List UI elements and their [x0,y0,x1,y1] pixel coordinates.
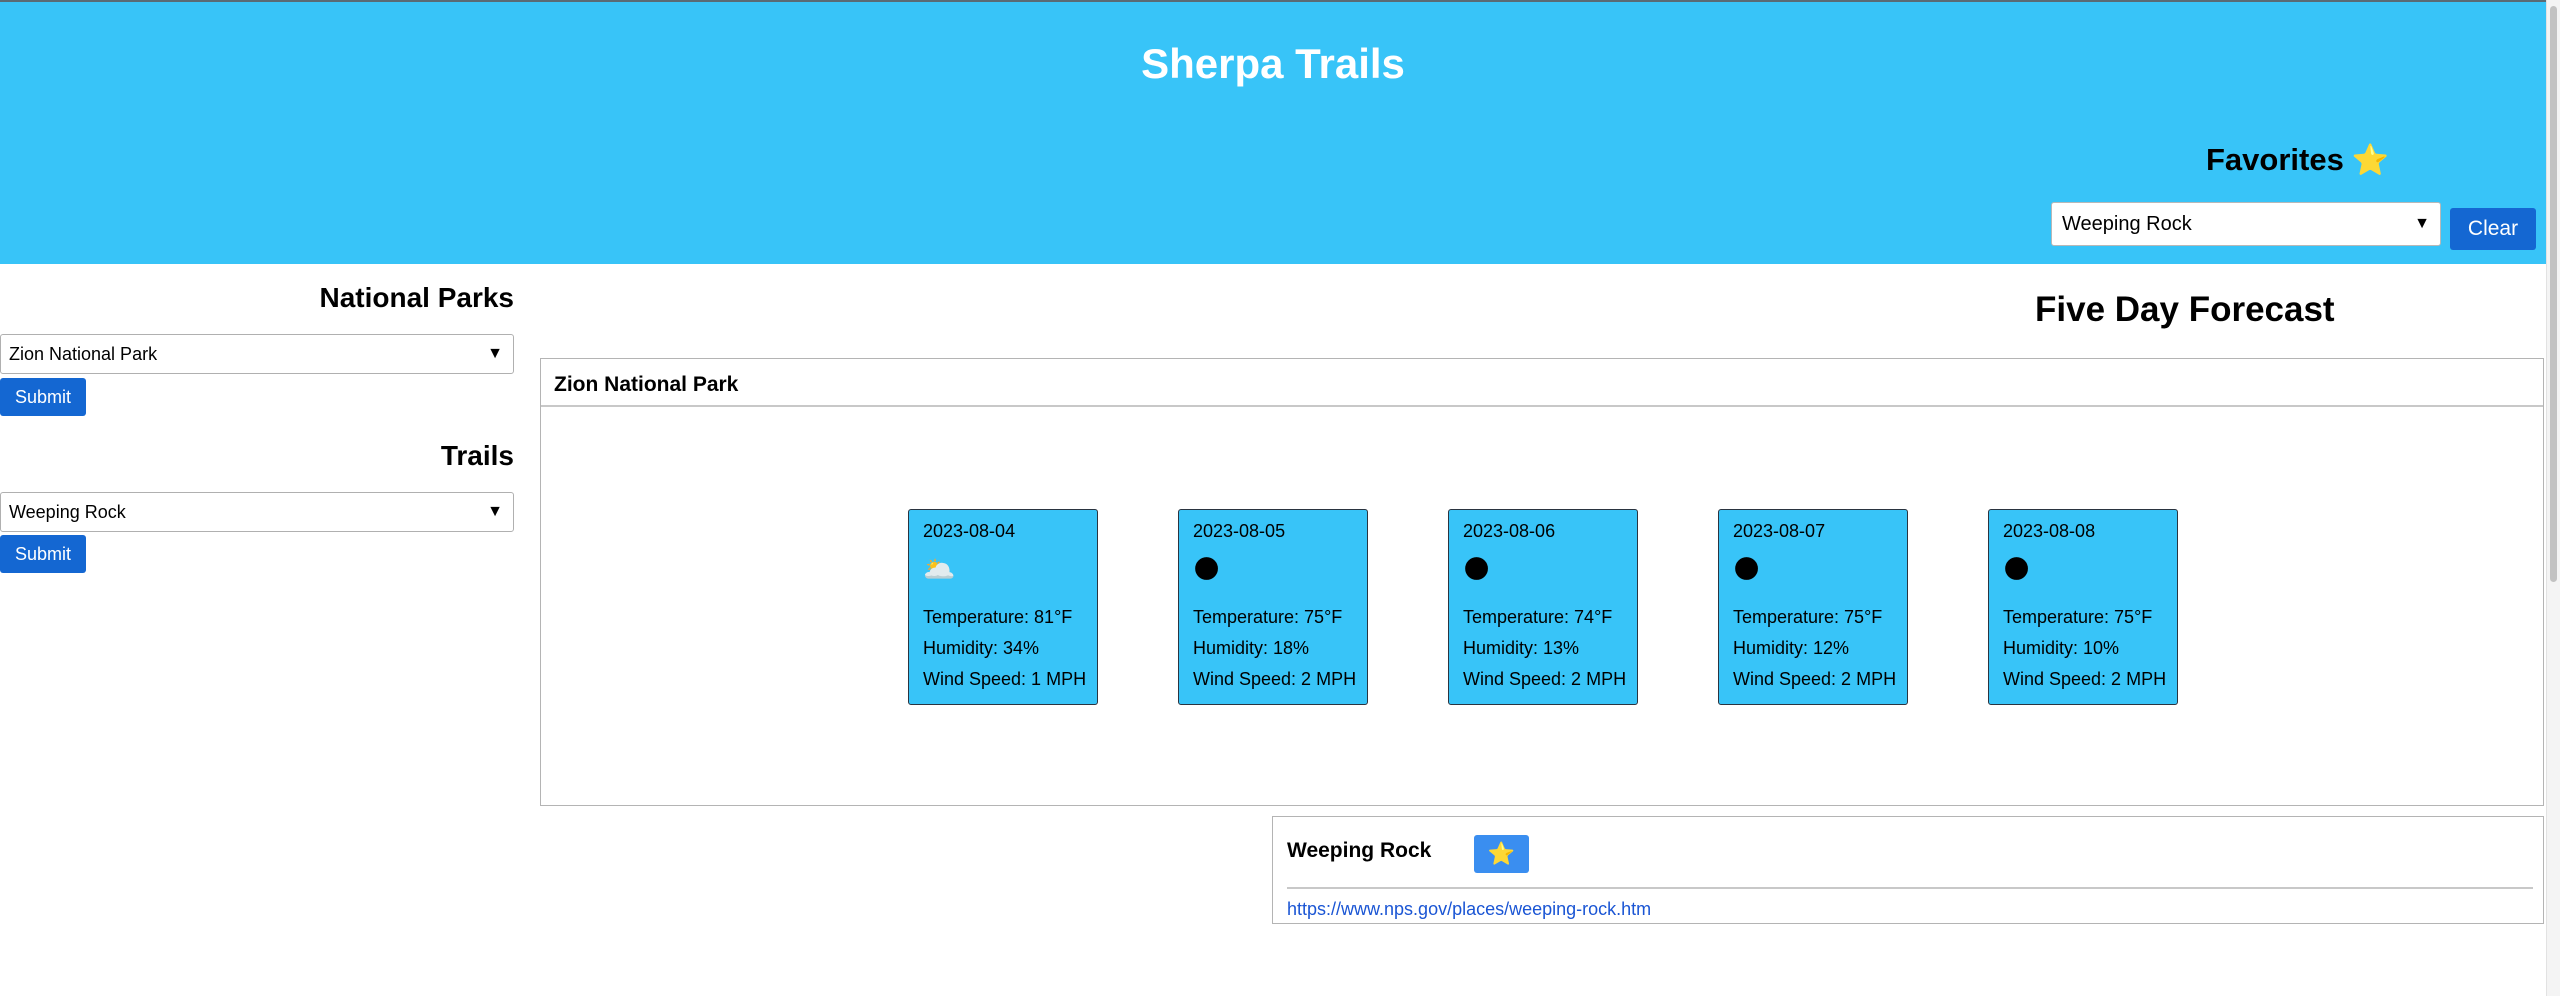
chevron-down-icon: ▼ [2414,215,2430,232]
clear-night-icon: 🌑 [2003,554,2031,584]
star-icon: ⭐ [1487,841,1516,866]
forecast-day-card: 2023-08-04 🌥️ Temperature: 81°F Humidity… [908,509,1098,705]
forecast-date: 2023-08-05 [1193,521,1286,541]
forecast-wind-speed: Wind Speed: 2 MPH [1463,669,1627,689]
chevron-down-icon: ▼ [487,503,503,520]
trails-select[interactable]: Weeping Rock ▼ [0,492,514,532]
clear-night-icon: 🌑 [1463,554,1491,584]
forecast-humidity: Humidity: 34% [923,638,1040,658]
forecast-wind-speed: Wind Speed: 1 MPH [923,669,1087,689]
forecast-temperature: Temperature: 74°F [1463,607,1613,627]
star-icon: ⭐ [2351,143,2390,177]
forecast-date: 2023-08-08 [2003,521,2096,541]
forecast-date: 2023-08-07 [1733,521,1826,541]
forecast-day-card: 2023-08-08 🌑 Temperature: 75°F Humidity:… [1988,509,2178,705]
forecast-humidity: Humidity: 10% [2003,638,2120,658]
favorites-heading-label: Favorites [2206,142,2344,177]
trails-heading: Trails [440,440,514,471]
forecast-temperature: Temperature: 81°F [923,607,1073,627]
forecast-day-card: 2023-08-07 🌑 Temperature: 75°F Humidity:… [1718,509,1908,705]
partly-cloudy-night-icon: 🌥️ [923,554,956,584]
forecast-wind-speed: Wind Speed: 2 MPH [1733,669,1897,689]
clear-night-icon: 🌑 [1733,554,1761,584]
trails-select-value: Weeping Rock [9,501,126,522]
forecast-humidity: Humidity: 13% [1463,638,1580,658]
trail-name: Weeping Rock [1287,839,1432,862]
forecast-temperature: Temperature: 75°F [1733,607,1883,627]
clear-button[interactable]: Clear [2450,208,2536,250]
parks-submit-button[interactable]: Submit [0,378,86,416]
forecast-park-name: Zion National Park [541,359,2543,407]
trail-link[interactable]: https://www.nps.gov/places/weeping-rock.… [1287,899,1651,920]
national-parks-select-value: Zion National Park [9,343,158,364]
favorites-select-value: Weeping Rock [2062,212,2192,235]
trail-card: Weeping Rock ⭐ https://www.nps.gov/place… [1272,816,2544,924]
forecast-temperature: Temperature: 75°F [2003,607,2153,627]
favorites-heading: Favorites ⭐ [2206,142,2389,178]
forecast-humidity: Humidity: 12% [1733,638,1850,658]
forecast-day-card: 2023-08-05 🌑 Temperature: 75°F Humidity:… [1178,509,1368,705]
forecast-panel: Zion National Park 2023-08-04 🌥️ Tempera… [540,358,2544,806]
scrollbar-thumb[interactable] [2550,6,2557,582]
add-favorite-button[interactable]: ⭐ [1474,835,1529,873]
forecast-wind-speed: Wind Speed: 2 MPH [1193,669,1357,689]
divider [1287,887,2533,889]
clear-night-icon: 🌑 [1193,554,1221,584]
header: Sherpa Trails Favorites ⭐ Weeping Rock ▼… [0,0,2546,264]
favorites-select[interactable]: Weeping Rock ▼ [2051,202,2441,246]
chevron-down-icon: ▼ [487,345,503,362]
national-parks-heading: National Parks [319,282,514,313]
forecast-heading: Five Day Forecast [2035,290,2335,329]
scrollbar[interactable] [2546,0,2560,996]
forecast-temperature: Temperature: 75°F [1193,607,1343,627]
forecast-humidity: Humidity: 18% [1193,638,1310,658]
page: Sherpa Trails Favorites ⭐ Weeping Rock ▼… [0,0,2560,996]
forecast-date: 2023-08-06 [1463,521,1556,541]
site-title: Sherpa Trails [1141,40,1405,87]
national-parks-select[interactable]: Zion National Park ▼ [0,334,514,374]
forecast-wind-speed: Wind Speed: 2 MPH [2003,669,2167,689]
forecast-date: 2023-08-04 [923,521,1016,541]
forecast-day-card: 2023-08-06 🌑 Temperature: 74°F Humidity:… [1448,509,1638,705]
trails-submit-button[interactable]: Submit [0,535,86,573]
